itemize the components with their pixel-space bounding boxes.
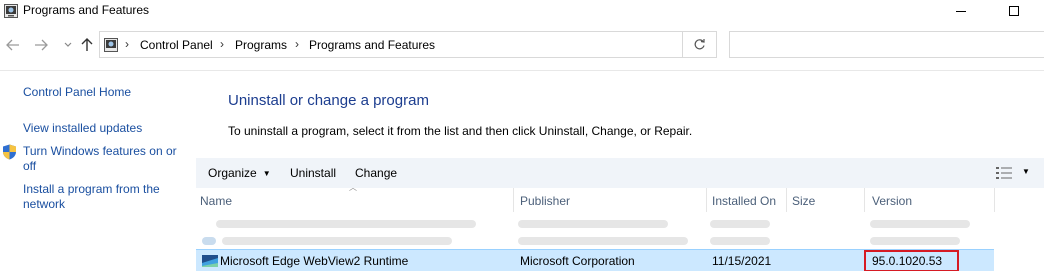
obscured-text [216, 220, 476, 228]
title-bar: Programs and Features [0, 0, 1044, 24]
organize-label: Organize [208, 166, 257, 180]
view-dropdown-icon[interactable]: ▼ [1022, 167, 1030, 176]
view-installed-updates-link[interactable]: View installed updates [23, 121, 142, 136]
program-version: 95.0.1020.53 [872, 254, 943, 268]
navigation-bar: › Control Panel › Programs › Programs an… [0, 28, 1044, 62]
page-title: Uninstall or change a program [228, 92, 429, 109]
obscured-text [518, 220, 668, 228]
obscured-text [222, 237, 452, 245]
table-row-selected[interactable]: Microsoft Edge WebView2 Runtime Microsof… [196, 249, 994, 271]
install-from-network-link[interactable]: Install a program from the [23, 182, 160, 197]
minimize-button[interactable] [938, 0, 984, 22]
breadcrumb-programs[interactable]: Programs [235, 38, 287, 52]
column-header-version[interactable]: Version [868, 188, 994, 212]
control-panel-home-link[interactable]: Control Panel Home [23, 85, 131, 100]
column-version-label: Version [872, 194, 913, 208]
back-arrow-icon [6, 39, 19, 51]
list-empty-area [994, 212, 1044, 271]
column-header-name[interactable]: Name [196, 188, 514, 212]
chevron-down-icon [64, 42, 72, 47]
organize-menu-button[interactable]: Organize ▼ [208, 166, 271, 180]
column-divider[interactable] [994, 188, 995, 212]
forward-button[interactable] [32, 36, 50, 54]
column-publisher-label: Publisher [520, 194, 571, 208]
column-divider[interactable] [786, 188, 787, 212]
left-task-pane: Control Panel Home View installed update… [0, 71, 196, 271]
program-publisher: Microsoft Corporation [520, 254, 635, 268]
maximize-button[interactable] [991, 0, 1037, 22]
change-button[interactable]: Change [355, 166, 397, 180]
address-bar[interactable]: › Control Panel › Programs › Programs an… [99, 31, 768, 58]
obscured-text [870, 237, 960, 245]
page-description: To uninstall a program, select it from t… [228, 124, 693, 138]
column-header-size[interactable]: Size [788, 188, 864, 212]
column-header-installed-on[interactable]: Installed On [708, 188, 786, 212]
program-installed-on: 11/15/2021 [712, 254, 772, 268]
refresh-icon [694, 39, 705, 50]
back-button[interactable] [4, 36, 22, 54]
caret-down-icon: ▼ [262, 169, 271, 178]
search-input[interactable] [729, 31, 1044, 58]
breadcrumb-separator-icon[interactable]: › [125, 37, 129, 51]
windows-features-link[interactable]: Turn Windows features on or [23, 144, 177, 159]
forward-arrow-icon [35, 39, 48, 51]
shield-icon [3, 144, 16, 160]
obscured-icon [202, 237, 216, 245]
edge-webview-icon [202, 255, 218, 267]
breadcrumb-control-panel[interactable]: Control Panel [140, 38, 213, 52]
obscured-text [870, 220, 970, 228]
control-panel-icon [4, 4, 18, 18]
up-arrow-icon [81, 38, 93, 51]
breadcrumb-programs-and-features[interactable]: Programs and Features [309, 38, 435, 52]
minimize-icon [956, 10, 966, 12]
windows-features-link-line2[interactable]: off [23, 159, 36, 174]
obscured-text [710, 220, 770, 228]
column-name-label: Name [200, 194, 233, 208]
command-toolbar: Organize ▼ Uninstall Change ▼ [196, 158, 1044, 188]
column-divider[interactable] [864, 188, 865, 212]
window-title: Programs and Features [23, 3, 150, 17]
maximize-icon [1009, 6, 1019, 16]
column-installed-on-label: Installed On [712, 194, 777, 208]
recent-locations-button[interactable] [59, 36, 77, 54]
program-name: Microsoft Edge WebView2 Runtime [220, 254, 409, 268]
column-header-publisher[interactable]: Publisher [516, 188, 706, 212]
obscured-text [518, 237, 688, 245]
column-divider[interactable] [706, 188, 707, 212]
control-panel-icon [104, 38, 118, 52]
column-header-row: ︿ Name Publisher Installed On Size Versi… [196, 183, 1044, 212]
obscured-text [710, 237, 770, 245]
refresh-button[interactable] [683, 31, 717, 58]
breadcrumb-separator-icon[interactable]: › [220, 37, 224, 51]
breadcrumb-separator-icon[interactable]: › [295, 37, 299, 51]
install-from-network-link-line2[interactable]: network [23, 197, 65, 212]
uninstall-button[interactable]: Uninstall [290, 166, 336, 180]
column-size-label: Size [792, 194, 816, 208]
column-divider[interactable] [513, 188, 514, 212]
up-button[interactable] [78, 36, 96, 54]
view-options-icon[interactable] [996, 167, 1012, 179]
